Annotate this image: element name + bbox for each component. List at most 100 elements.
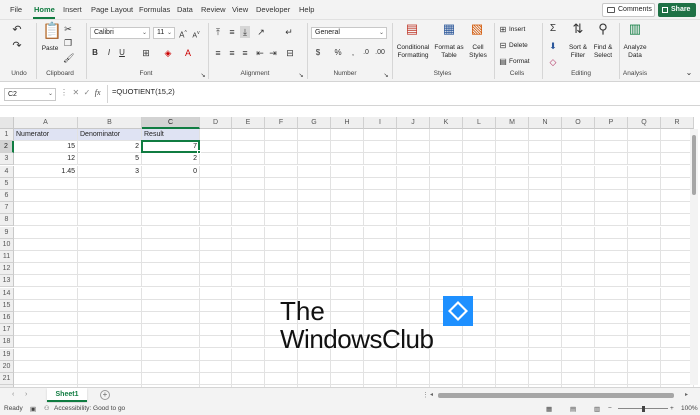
cell-d11[interactable]: [200, 251, 232, 263]
cell-q13[interactable]: [628, 275, 661, 288]
cell-p21[interactable]: [595, 373, 628, 385]
cell-k6[interactable]: [430, 190, 463, 202]
cell-h10[interactable]: [331, 238, 364, 251]
decrease-decimal-icon[interactable]: .00: [374, 47, 386, 59]
cell-c9[interactable]: [142, 226, 200, 239]
cell-f2[interactable]: [265, 141, 298, 154]
cell-styles-icon[interactable]: ▧: [470, 22, 484, 35]
cell-l5[interactable]: [463, 177, 496, 190]
zoom-level[interactable]: 100%: [681, 405, 698, 412]
fill-color-icon[interactable]: ◈: [162, 47, 174, 59]
cell-n21[interactable]: [529, 373, 562, 385]
cell-q16[interactable]: [628, 312, 661, 324]
row-header-2[interactable]: 2: [0, 141, 14, 154]
comments-button[interactable]: Comments: [602, 3, 655, 17]
cell-l6[interactable]: [463, 190, 496, 202]
cell-j4[interactable]: [397, 165, 430, 178]
dialog-launcher-icon[interactable]: ↘: [297, 70, 305, 82]
cell-i7[interactable]: [364, 202, 397, 215]
cell-q14[interactable]: [628, 287, 661, 300]
cell-e14[interactable]: [232, 287, 265, 300]
search-icon[interactable]: ⚲: [596, 22, 610, 35]
row-header-15[interactable]: 15: [0, 299, 14, 312]
cell-o8[interactable]: [562, 214, 595, 227]
cell-c2[interactable]: 7: [142, 141, 200, 154]
column-header-r[interactable]: R: [661, 117, 694, 129]
zoom-out-icon[interactable]: −: [608, 405, 612, 412]
format-painter-icon[interactable]: 🖌: [63, 52, 74, 64]
cell-c17[interactable]: [142, 324, 200, 337]
cell-k10[interactable]: [430, 238, 463, 251]
cell-n20[interactable]: [529, 360, 562, 373]
column-header-j[interactable]: J: [397, 117, 430, 129]
cell-p12[interactable]: [595, 263, 628, 276]
currency-icon[interactable]: $: [313, 47, 323, 59]
cell-j11[interactable]: [397, 251, 430, 263]
cell-a21[interactable]: [14, 373, 78, 385]
cell-o15[interactable]: [562, 299, 595, 312]
cell-q21[interactable]: [628, 373, 661, 385]
cell-m10[interactable]: [496, 238, 529, 251]
cell-d14[interactable]: [200, 287, 232, 300]
delete-button[interactable]: Delete: [509, 42, 535, 50]
cell-k5[interactable]: [430, 177, 463, 190]
cell-c11[interactable]: [142, 251, 200, 263]
cell-p17[interactable]: [595, 324, 628, 337]
cell-l2[interactable]: [463, 141, 496, 154]
cell-n18[interactable]: [529, 336, 562, 349]
menu-view[interactable]: View: [232, 5, 248, 14]
cell-p7[interactable]: [595, 202, 628, 215]
cell-o19[interactable]: [562, 348, 595, 361]
increase-font-icon[interactable]: A^: [178, 27, 188, 42]
cell-m7[interactable]: [496, 202, 529, 215]
cell-m9[interactable]: [496, 226, 529, 239]
column-header-l[interactable]: L: [463, 117, 496, 129]
menu-data[interactable]: Data: [177, 5, 193, 14]
cell-o14[interactable]: [562, 287, 595, 300]
cell-d9[interactable]: [200, 226, 232, 239]
column-header-n[interactable]: N: [529, 117, 562, 129]
cell-b10[interactable]: [78, 238, 142, 251]
cell-o2[interactable]: [562, 141, 595, 154]
cell-i13[interactable]: [364, 275, 397, 288]
cell-i6[interactable]: [364, 190, 397, 202]
cell-d1[interactable]: [200, 129, 232, 141]
wrap-text-icon[interactable]: ↵: [284, 26, 294, 38]
cell-c19[interactable]: [142, 348, 200, 361]
cell-i9[interactable]: [364, 226, 397, 239]
cell-f10[interactable]: [265, 238, 298, 251]
cell-n3[interactable]: [529, 153, 562, 166]
next-sheet-icon[interactable]: ›: [25, 391, 27, 398]
align-left-icon[interactable]: ≡: [213, 47, 223, 59]
cell-e21[interactable]: [232, 373, 265, 385]
cell-c13[interactable]: [142, 275, 200, 288]
cell-e4[interactable]: [232, 165, 265, 178]
cell-n7[interactable]: [529, 202, 562, 215]
undo-icon[interactable]: ↶: [11, 24, 23, 36]
cell-e18[interactable]: [232, 336, 265, 349]
cell-a4[interactable]: 1.45: [14, 165, 78, 178]
cell-n19[interactable]: [529, 348, 562, 361]
cell-a15[interactable]: [14, 299, 78, 312]
row-header-19[interactable]: 19: [0, 348, 14, 361]
cell-l13[interactable]: [463, 275, 496, 288]
insert-button[interactable]: Insert: [509, 26, 535, 34]
cell-l20[interactable]: [463, 360, 496, 373]
cell-b15[interactable]: [78, 299, 142, 312]
menu-formulas[interactable]: Formulas: [139, 5, 170, 14]
vertical-scrollbar[interactable]: [690, 129, 698, 385]
clear-icon[interactable]: ◇: [548, 56, 558, 68]
conditional-formatting-button[interactable]: Conditional Formatting: [395, 44, 431, 60]
cell-a11[interactable]: [14, 251, 78, 263]
cell-o20[interactable]: [562, 360, 595, 373]
cell-d15[interactable]: [200, 299, 232, 312]
menu-file[interactable]: File: [10, 5, 22, 14]
macro-record-icon[interactable]: ▣: [30, 405, 36, 413]
cell-k3[interactable]: [430, 153, 463, 166]
cell-h5[interactable]: [331, 177, 364, 190]
cell-d13[interactable]: [200, 275, 232, 288]
share-button[interactable]: Share: [658, 3, 696, 17]
cell-c7[interactable]: [142, 202, 200, 215]
row-header-16[interactable]: 16: [0, 312, 14, 324]
cell-d12[interactable]: [200, 263, 232, 276]
